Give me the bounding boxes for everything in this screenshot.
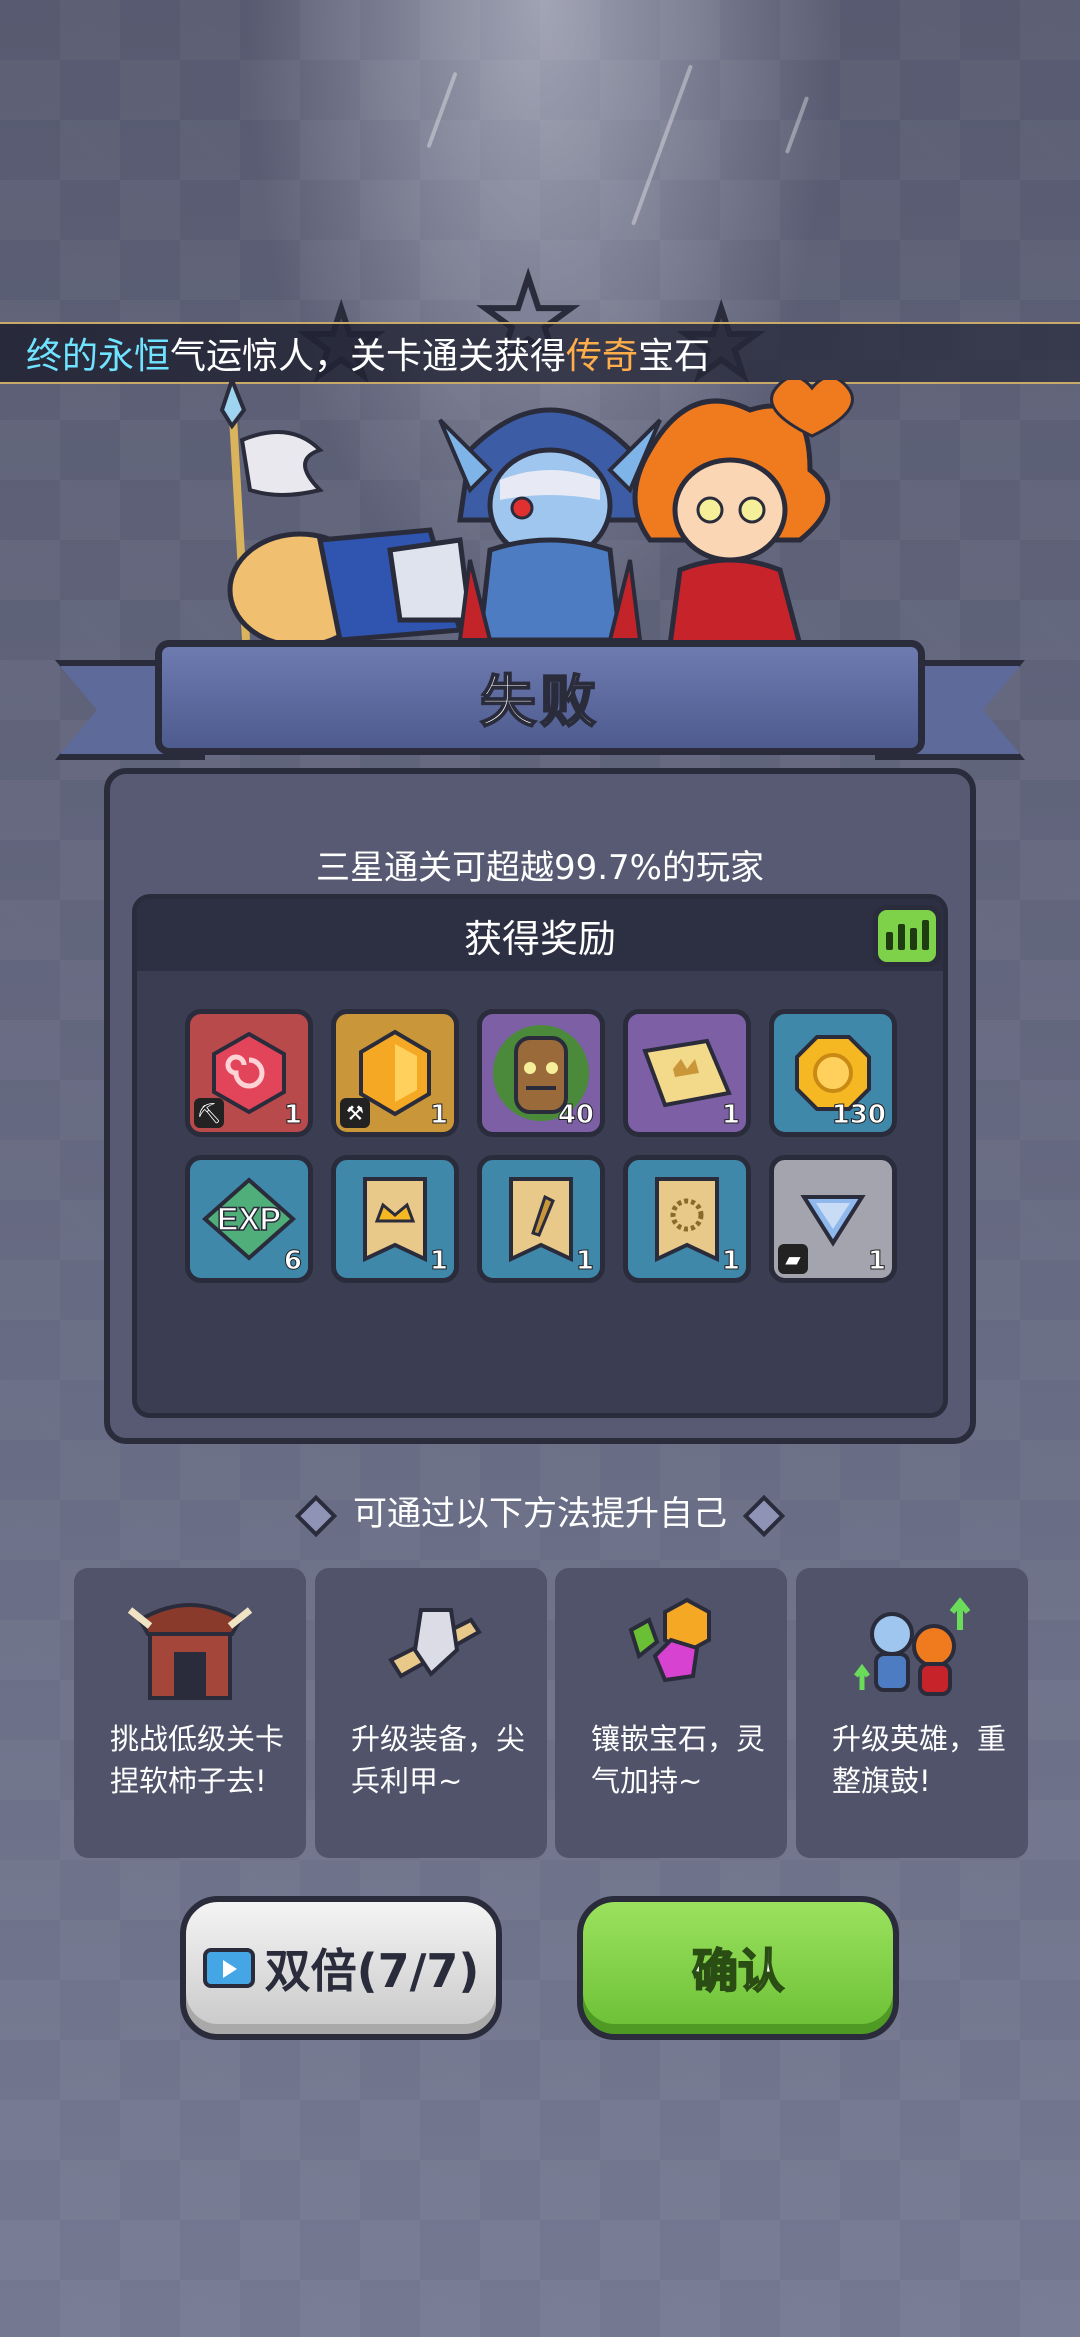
diamond-icon [742,1494,786,1537]
reward-count: 1 [429,1100,448,1131]
reward-item[interactable]: 1 [623,1009,751,1137]
tip-text: 升级英雄，重整旗鼓! [832,1722,1007,1798]
bar-chart-icon [921,920,929,950]
rewards-header: 获得奖励 [137,899,943,971]
ticker-item: 宝石 [638,336,711,377]
boot-tag-icon: ▰ [778,1244,808,1274]
bar-chart-icon [885,932,893,950]
double-reward-button[interactable]: 双倍(7/7) [180,1896,502,2040]
svg-text:EXP: EXP [217,1201,281,1237]
tip-inlay-gems[interactable]: 镶嵌宝石，灵气加持~ [555,1568,787,1858]
bar-chart-icon [897,924,905,950]
banner-plate: 失败 [155,640,925,755]
reward-item[interactable]: 1 [477,1155,605,1283]
pickaxe-tag-icon: ⛏ [194,1098,224,1128]
improve-tips-title: 可通过以下方法提升自己 [353,1494,727,1534]
tip-text: 挑战低级关卡捏软柿子去! [110,1722,285,1798]
tip-text: 升级装备，尖兵利甲~ [351,1722,526,1798]
result-title: 失败 [479,669,600,736]
heroes-illustration [219,380,854,649]
hero-upgrade-icon [854,1597,971,1696]
weapon-scroll-icon [509,1177,573,1263]
confirm-button[interactable]: 确认 [577,1896,899,2040]
reward-count: 1 [721,1100,740,1131]
crown-scroll-icon [363,1177,427,1263]
reward-count: 1 [575,1246,594,1277]
necklace-scroll-icon [655,1177,719,1263]
tip-challenge-low[interactable]: 挑战低级关卡捏软柿子去! [74,1568,306,1858]
stats-button[interactable] [873,905,941,967]
reward-item[interactable]: ▰ 1 [769,1155,897,1283]
arena-gate-icon [127,1603,253,1700]
reward-count: 1 [283,1100,302,1131]
reward-count: 6 [283,1246,302,1277]
reward-item[interactable]: EXP 6 [185,1155,313,1283]
gear-upgrade-icon [388,1608,482,1679]
diamond-icon [294,1494,338,1537]
improve-tips-header: 可通过以下方法提升自己 [0,1486,1080,1537]
hammer-tag-icon: ⚒ [340,1098,370,1128]
gems-icon [628,1597,711,1683]
announcement-ticker: 终的永恒 气运惊人，关卡通关获得 传奇 宝石 [0,322,1080,384]
tip-upgrade-gear[interactable]: 升级装备，尖兵利甲~ [315,1568,547,1858]
triangle-gem-icon [800,1195,866,1247]
reward-item[interactable]: 40 [477,1009,605,1137]
ticker-player-name: 终的永恒 [26,336,171,377]
reward-count: 40 [557,1100,594,1131]
reward-item[interactable]: ⚒ 1 [331,1009,459,1137]
rewards-title: 获得奖励 [463,916,616,961]
reward-count: 130 [831,1100,886,1131]
ticker-message: 气运惊人，关卡通关获得 [170,336,567,377]
tip-text: 镶嵌宝石，灵气加持~ [591,1722,766,1798]
reward-count: 1 [721,1246,740,1277]
bar-chart-icon [909,928,917,950]
reward-item[interactable]: 1 [623,1155,751,1283]
reward-count: 1 [867,1246,886,1277]
reward-item[interactable]: 130 [769,1009,897,1137]
video-ad-icon [202,1948,255,1988]
star-hint-text: 三星通关可超越99.7%的玩家 [315,848,764,888]
defeated-heroes [170,380,870,650]
confirm-button-label: 确认 [691,1943,785,1999]
ticker-rarity: 传奇 [566,336,639,377]
reward-count: 1 [429,1246,448,1277]
double-button-label: 双倍(7/7) [264,1944,480,1998]
reward-item[interactable]: ⛏ 1 [185,1009,313,1137]
rewards-box: 获得奖励 ⛏ 1 ⚒ 1 40 1 130 EXP 6 1 1 1 ▰ 1 [132,894,948,1418]
reward-item[interactable]: 1 [331,1155,459,1283]
tip-upgrade-hero[interactable]: 升级英雄，重整旗鼓! [796,1568,1028,1858]
